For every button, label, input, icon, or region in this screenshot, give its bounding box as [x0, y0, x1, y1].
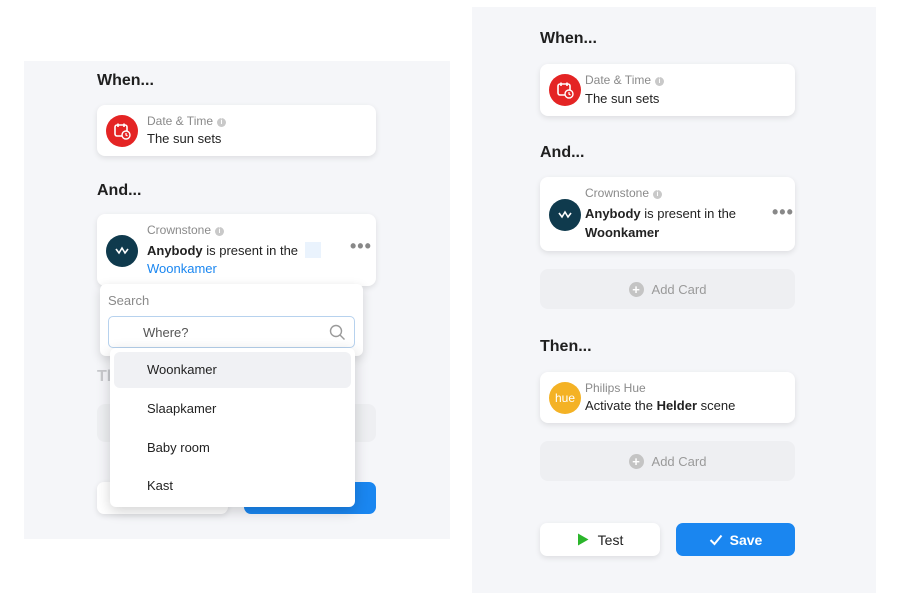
option-kast[interactable]: Kast	[114, 468, 351, 504]
card-text-line1: Anybody is present in the	[585, 206, 737, 221]
info-icon[interactable]: i	[655, 77, 665, 86]
plus-icon: +	[628, 453, 644, 469]
crown-icon	[549, 199, 581, 231]
when-title: When...	[97, 72, 154, 89]
option-woonkamer[interactable]: Woonkamer	[114, 352, 351, 388]
crown-icon	[106, 235, 138, 267]
app-name: Crownstone i	[147, 223, 225, 237]
info-icon[interactable]: i	[217, 118, 227, 127]
search-label: Search	[108, 293, 150, 308]
option-baby-room[interactable]: Baby room	[114, 430, 351, 466]
more-options-icon[interactable]: •••	[772, 202, 794, 223]
test-button[interactable]: Test	[540, 523, 660, 556]
and-title: And...	[97, 182, 142, 199]
subject-token[interactable]: Anybody	[147, 243, 203, 258]
app-name: Date & Time i	[147, 114, 227, 128]
location-token[interactable]: Woonkamer	[585, 225, 659, 240]
card-text-line1: Anybody is present in the	[147, 242, 321, 258]
then-title: Then...	[540, 338, 592, 355]
subject-token[interactable]: Anybody	[585, 206, 641, 221]
search-input[interactable]	[109, 317, 354, 347]
scene-token[interactable]: Helder	[657, 398, 697, 413]
play-icon	[577, 533, 589, 546]
app-name: Crownstone i	[585, 186, 663, 200]
info-icon[interactable]: i	[653, 190, 663, 199]
save-button[interactable]: Save	[676, 523, 795, 556]
crownstone-card[interactable]: Crownstone i Anybody is present in the Wo…	[97, 214, 376, 286]
philips-hue-card[interactable]: hue Philips Hue Activate the Helder scen…	[540, 372, 795, 423]
card-text: The sun sets	[585, 91, 660, 106]
plus-icon: +	[628, 281, 644, 297]
search-icon	[329, 324, 345, 340]
add-card-button[interactable]: + Add Card	[540, 269, 795, 309]
date-time-card[interactable]: Date & Time i The sun sets	[540, 64, 795, 116]
card-text: Activate the Helder scene	[585, 398, 736, 413]
date-time-card[interactable]: Date & Time i The sun sets	[97, 105, 376, 156]
card-text: The sun sets	[147, 131, 222, 146]
cursor-placeholder	[304, 242, 321, 258]
info-icon[interactable]: i	[215, 227, 225, 236]
hue-icon: hue	[549, 382, 581, 414]
search-field[interactable]	[108, 316, 355, 348]
checkmark-icon	[709, 534, 722, 545]
app-name: Date & Time i	[585, 73, 665, 87]
calendar-clock-icon	[549, 74, 581, 106]
crownstone-card[interactable]: Crownstone i Anybody is present in the Wo…	[540, 177, 795, 251]
when-title: When...	[540, 30, 597, 47]
and-title: And...	[540, 144, 585, 161]
location-token[interactable]: Woonkamer	[147, 261, 217, 276]
calendar-clock-icon	[106, 115, 138, 147]
more-options-icon[interactable]: •••	[350, 236, 372, 257]
option-slaapkamer[interactable]: Slaapkamer	[114, 391, 351, 427]
add-card-button[interactable]: + Add Card	[540, 441, 795, 481]
options-list: Woonkamer Slaapkamer Baby room Kast	[110, 348, 355, 507]
app-name: Philips Hue	[585, 381, 646, 395]
